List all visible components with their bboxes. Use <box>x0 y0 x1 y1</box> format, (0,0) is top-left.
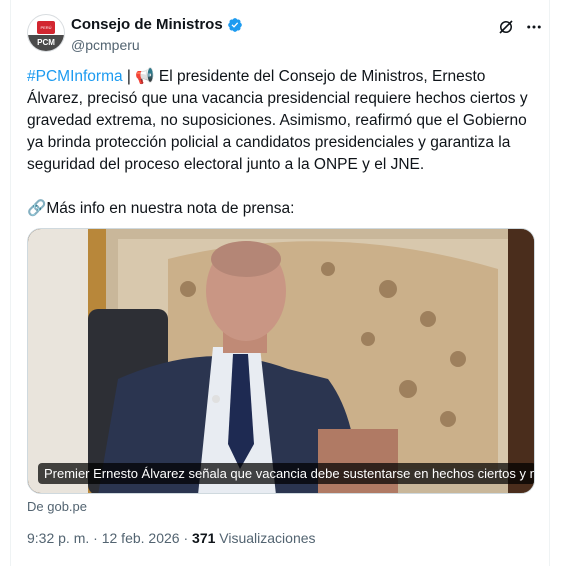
verified-badge-icon <box>227 17 242 32</box>
link-card-image[interactable]: Premier Ernesto Álvarez señala que vacan… <box>27 228 535 494</box>
avatar-flag-text: PERÚ <box>40 25 52 30</box>
more-options-icon[interactable] <box>525 18 543 36</box>
tweet-text: #PCMInforma | 📢 El presidente del Consej… <box>27 66 537 220</box>
views-count: 371 <box>192 530 216 546</box>
tweet-meta: 9:32 p. m. · 12 feb. 2026 · 371 Visualiz… <box>27 530 316 546</box>
author-row: Consejo de Ministros <box>71 16 243 33</box>
link-card-title: Premier Ernesto Álvarez señala que vacan… <box>38 463 534 484</box>
display-name[interactable]: Consejo de Ministros <box>71 16 223 33</box>
megaphone-emoji-icon: 📢 <box>135 68 155 85</box>
views-label: Visualizaciones <box>215 530 316 546</box>
tweet-date[interactable]: 12 feb. 2026 <box>102 530 180 546</box>
news-photo <box>28 229 534 493</box>
avatar-flag: PERÚ <box>37 21 55 34</box>
hashtag-link[interactable]: #PCMInforma <box>27 68 123 85</box>
more-info-text: Más info en nuestra nota de prensa: <box>46 200 295 217</box>
link-source[interactable]: De gob.pe <box>27 499 87 514</box>
avatar[interactable]: PERÚ PCM <box>27 14 65 52</box>
separator: | <box>122 68 136 85</box>
handle[interactable]: @pcmperu <box>71 37 140 53</box>
avatar-label: PCM <box>28 35 64 51</box>
grok-icon[interactable] <box>497 18 515 36</box>
meta-dot: · <box>179 530 193 546</box>
tweet-card: PERÚ PCM Consejo de Ministros @pcmperu #… <box>10 0 550 566</box>
link-emoji-icon: 🔗 <box>27 200 47 217</box>
tweet-time[interactable]: 9:32 p. m. <box>27 530 89 546</box>
meta-dot: · <box>89 530 102 546</box>
